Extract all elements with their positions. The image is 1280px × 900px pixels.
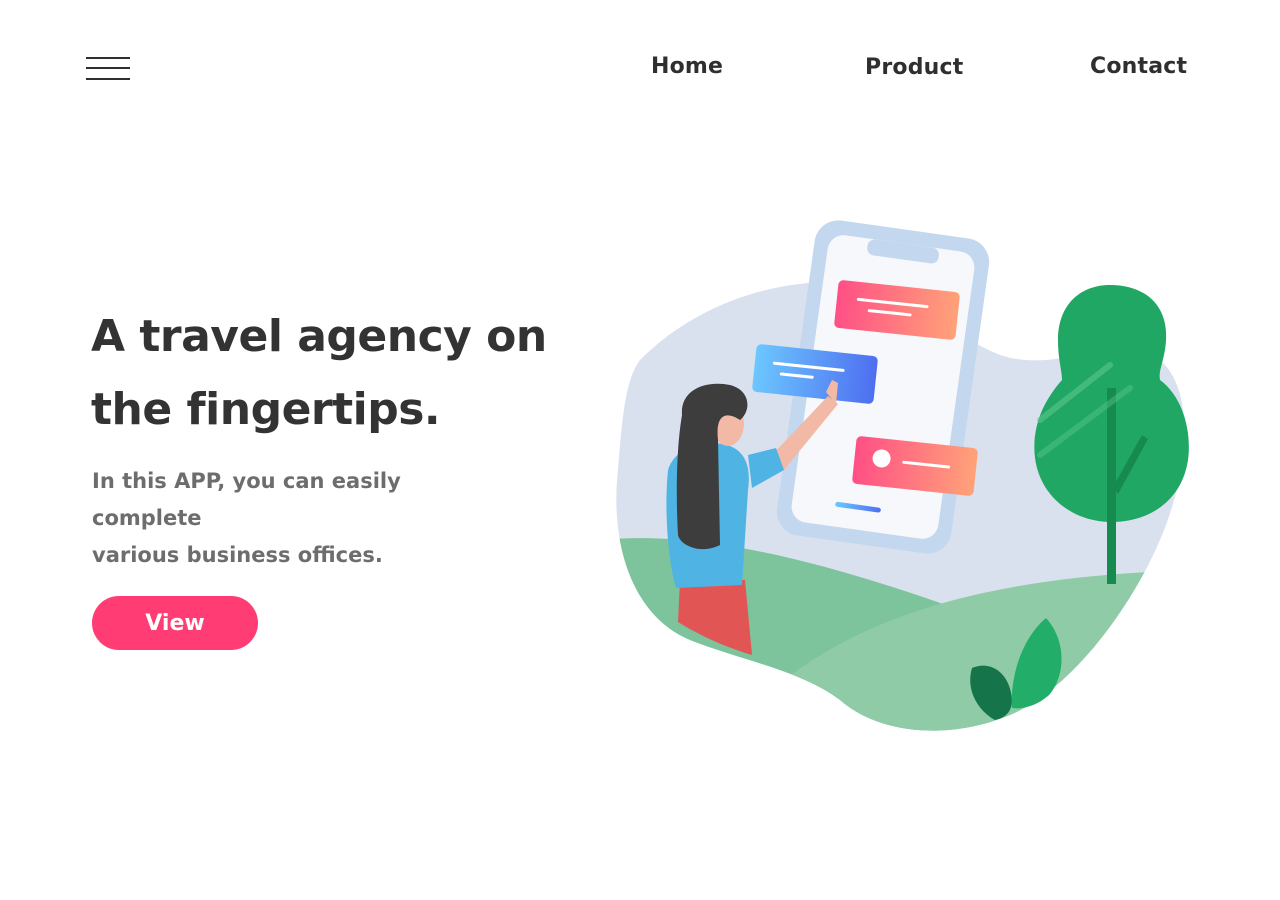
hero-subtitle-line-2: various business offices. (92, 543, 383, 567)
hero-subtitle: In this APP, you can easily complete var… (92, 463, 512, 574)
woman-tapping-phone-illustration (616, 220, 1189, 731)
nav-link-contact[interactable]: Contact (1090, 54, 1187, 79)
hero-subtitle-line-1: In this APP, you can easily complete (92, 469, 401, 530)
hero-title-line-1: A travel agency on (91, 311, 547, 362)
menu-bar (86, 57, 130, 59)
hamburger-menu-icon[interactable] (86, 57, 130, 81)
hero-title: A travel agency on the fingertips. (91, 300, 551, 446)
nav-link-home[interactable]: Home (651, 54, 723, 79)
menu-bar (86, 67, 130, 69)
menu-bar (86, 78, 130, 80)
view-button[interactable]: View (92, 596, 258, 650)
hero-title-line-2: the fingertips. (91, 384, 441, 435)
nav-link-product[interactable]: Product (865, 55, 963, 80)
